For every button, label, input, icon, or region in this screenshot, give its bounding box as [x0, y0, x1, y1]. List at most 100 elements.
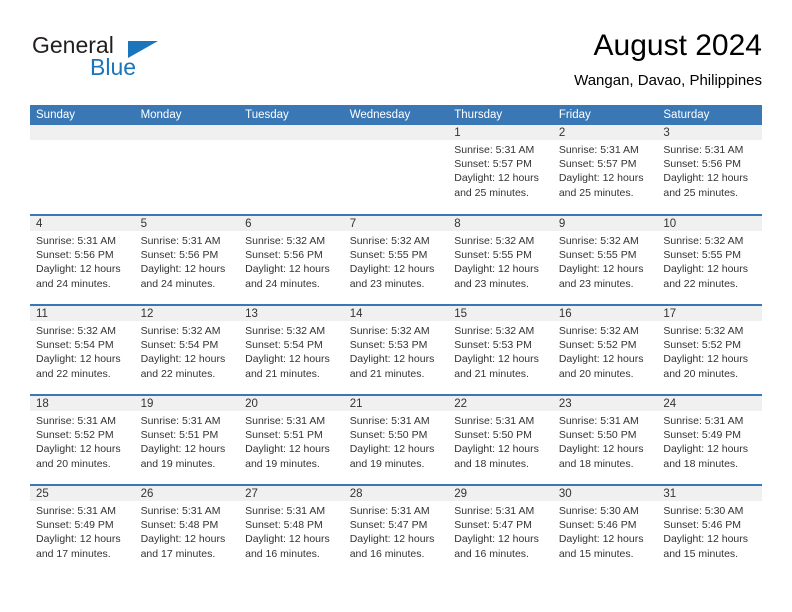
day-details: Sunrise: 5:31 AM Sunset: 5:47 PM Daylight:… — [344, 501, 449, 561]
daylight-text-line1: Daylight: 12 hours — [245, 533, 330, 546]
calendar-day-cell[interactable]: 25 Sunrise: 5:31 AM Sunset: 5:49 PM Dayligh… — [30, 484, 135, 575]
daylight-text-line2: and 18 minutes. — [663, 457, 739, 470]
calendar-day-cell[interactable]: 3 Sunrise: 5:31 AM Sunset: 5:56 PM Daylight… — [657, 125, 762, 215]
sunrise-text: Sunrise: 5:31 AM — [454, 505, 535, 517]
daylight-text-line2: and 22 minutes. — [663, 277, 739, 290]
daylight-text-line2: and 17 minutes. — [36, 547, 111, 560]
day-cell-inner: 12 Sunrise: 5:32 AM Sunset: 5:54 PM Dayligh… — [134, 306, 240, 394]
daylight-text-line2: and 18 minutes. — [558, 457, 634, 470]
day-number: 11 — [30, 306, 135, 321]
sunrise-text: Sunrise: 5:31 AM — [454, 415, 535, 427]
calendar-day-cell[interactable]: 13 Sunrise: 5:32 AM Sunset: 5:54 PM Dayligh… — [239, 304, 344, 395]
day-number: 17 — [657, 306, 762, 321]
calendar-day-cell[interactable]: 1 Sunrise: 5:31 AM Sunset: 5:57 PM Daylight… — [448, 125, 553, 215]
calendar-day-cell[interactable]: 26 Sunrise: 5:31 AM Sunset: 5:48 PM Dayligh… — [134, 484, 240, 575]
calendar-day-cell[interactable]: 28 Sunrise: 5:31 AM Sunset: 5:47 PM Dayligh… — [343, 484, 449, 575]
calendar-day-cell[interactable]: 19 Sunrise: 5:31 AM Sunset: 5:51 PM Dayligh… — [134, 394, 240, 485]
calendar-day-cell[interactable]: 18 Sunrise: 5:31 AM Sunset: 5:52 PM Dayligh… — [30, 394, 135, 485]
calendar-day-cell[interactable]: 10 Sunrise: 5:32 AM Sunset: 5:55 PM Dayligh… — [657, 214, 762, 305]
title-block: August 2024 Wangan, Davao, Philippines — [574, 28, 762, 91]
sunrise-text: Sunrise: 5:32 AM — [140, 325, 221, 337]
day-number: 23 — [552, 396, 658, 411]
daylight-text-line1: Daylight: 12 hours — [140, 533, 226, 546]
daylight-text-line2: and 20 minutes. — [663, 367, 739, 380]
calendar-day-cell[interactable]: 16 Sunrise: 5:32 AM Sunset: 5:52 PM Dayligh… — [552, 304, 658, 395]
day-number: 21 — [343, 396, 449, 411]
day-details: Sunrise: 5:31 AM Sunset: 5:50 PM Daylight:… — [344, 411, 449, 471]
sunrise-text: Sunrise: 5:32 AM — [349, 235, 430, 247]
day-details: Sunrise: 5:31 AM Sunset: 5:47 PM Daylight:… — [448, 501, 553, 561]
calendar-day-cell[interactable]: 24 Sunrise: 5:31 AM Sunset: 5:49 PM Dayligh… — [657, 394, 762, 485]
day-details: Sunrise: 5:32 AM Sunset: 5:52 PM Daylight:… — [657, 321, 762, 381]
day-cell-inner: 31 Sunrise: 5:30 AM Sunset: 5:46 PM Dayligh… — [657, 486, 762, 574]
calendar-day-cell[interactable]: 30 Sunrise: 5:30 AM Sunset: 5:46 PM Dayligh… — [552, 484, 658, 575]
calendar-week-row: 18 Sunrise: 5:31 AM Sunset: 5:52 PM Dayligh… — [30, 394, 762, 485]
calendar-day-cell[interactable]: 14 Sunrise: 5:32 AM Sunset: 5:53 PM Dayligh… — [343, 304, 449, 395]
sunrise-text: Sunrise: 5:32 AM — [663, 235, 744, 247]
weekday-header-thursday: Thursday — [448, 105, 553, 125]
daylight-text-line2: and 16 minutes. — [454, 547, 529, 560]
daylight-text-line1: Daylight: 12 hours — [36, 533, 121, 546]
calendar-day-cell[interactable]: 20 Sunrise: 5:31 AM Sunset: 5:51 PM Dayligh… — [239, 394, 344, 485]
sunset-text: Sunset: 5:53 PM — [349, 339, 428, 352]
daylight-text-line1: Daylight: 12 hours — [454, 353, 539, 366]
brand-logo[interactable]: General Blue — [30, 32, 260, 88]
calendar-day-cell[interactable]: 8 Sunrise: 5:32 AM Sunset: 5:55 PM Daylight… — [448, 214, 553, 305]
weekday-header-row: Sunday Monday Tuesday Wednesday Thursday… — [30, 105, 762, 125]
calendar-day-cell[interactable]: 17 Sunrise: 5:32 AM Sunset: 5:52 PM Dayligh… — [657, 304, 762, 395]
sunrise-text: Sunrise: 5:30 AM — [558, 505, 639, 517]
daylight-text-line2: and 25 minutes. — [663, 186, 739, 199]
day-cell-inner — [30, 125, 135, 213]
calendar-day-cell[interactable]: 7 Sunrise: 5:32 AM Sunset: 5:55 PM Daylight… — [343, 214, 449, 305]
day-cell-inner: 13 Sunrise: 5:32 AM Sunset: 5:54 PM Dayligh… — [239, 306, 344, 394]
sunset-text: Sunset: 5:50 PM — [349, 429, 428, 442]
daylight-text-line1: Daylight: 12 hours — [663, 353, 749, 366]
calendar-day-cell[interactable]: 4 Sunrise: 5:31 AM Sunset: 5:56 PM Daylight… — [30, 214, 135, 305]
sunrise-text: Sunrise: 5:32 AM — [245, 235, 326, 247]
day-number: 13 — [239, 306, 344, 321]
brand-name-blue: Blue — [90, 54, 137, 80]
sunrise-text: Sunrise: 5:31 AM — [349, 505, 430, 517]
calendar-day-cell[interactable]: 29 Sunrise: 5:31 AM Sunset: 5:47 PM Dayligh… — [448, 484, 553, 575]
day-details: Sunrise: 5:31 AM Sunset: 5:50 PM Daylight:… — [553, 411, 658, 471]
sunrise-text: Sunrise: 5:31 AM — [349, 415, 430, 427]
day-number: 22 — [448, 396, 553, 411]
calendar-day-cell[interactable]: 23 Sunrise: 5:31 AM Sunset: 5:50 PM Dayligh… — [552, 394, 658, 485]
sunset-text: Sunset: 5:53 PM — [454, 339, 532, 352]
calendar-day-cell[interactable]: 31 Sunrise: 5:30 AM Sunset: 5:46 PM Dayligh… — [657, 484, 762, 575]
calendar-day-cell[interactable]: 6 Sunrise: 5:32 AM Sunset: 5:56 PM Daylight… — [239, 214, 344, 305]
sunrise-text: Sunrise: 5:31 AM — [245, 415, 326, 427]
calendar-day-cell[interactable]: 9 Sunrise: 5:32 AM Sunset: 5:55 PM Daylight… — [552, 214, 658, 305]
daylight-text-line1: Daylight: 12 hours — [36, 263, 121, 276]
daylight-text-line2: and 21 minutes. — [454, 367, 529, 380]
daylight-text-line2: and 23 minutes. — [454, 277, 529, 290]
calendar-day-cell[interactable]: 21 Sunrise: 5:31 AM Sunset: 5:50 PM Dayligh… — [343, 394, 449, 485]
sunset-text: Sunset: 5:56 PM — [245, 249, 323, 262]
calendar-day-cell[interactable]: 27 Sunrise: 5:31 AM Sunset: 5:48 PM Dayligh… — [239, 484, 344, 575]
day-details: Sunrise: 5:31 AM Sunset: 5:57 PM Daylight:… — [553, 140, 658, 200]
day-number: 26 — [134, 486, 240, 501]
calendar-week-row: 25 Sunrise: 5:31 AM Sunset: 5:49 PM Dayligh… — [30, 484, 762, 575]
daylight-text-line1: Daylight: 12 hours — [663, 443, 749, 456]
calendar-day-cell[interactable]: 2 Sunrise: 5:31 AM Sunset: 5:57 PM Daylight… — [552, 125, 658, 215]
calendar-day-cell[interactable]: 15 Sunrise: 5:32 AM Sunset: 5:53 PM Dayligh… — [448, 304, 553, 395]
calendar-day-cell[interactable]: 22 Sunrise: 5:31 AM Sunset: 5:50 PM Dayligh… — [448, 394, 553, 485]
calendar-day-cell[interactable]: 5 Sunrise: 5:31 AM Sunset: 5:56 PM Daylight… — [134, 214, 240, 305]
day-cell-inner: 26 Sunrise: 5:31 AM Sunset: 5:48 PM Dayligh… — [134, 486, 240, 574]
sunset-text: Sunset: 5:55 PM — [349, 249, 428, 262]
day-cell-inner: 10 Sunrise: 5:32 AM Sunset: 5:55 PM Dayligh… — [657, 216, 762, 304]
day-details: Sunrise: 5:32 AM Sunset: 5:54 PM Daylight:… — [30, 321, 135, 381]
daylight-text-line1: Daylight: 12 hours — [454, 172, 539, 185]
day-number: 9 — [552, 216, 658, 231]
day-cell-inner: 19 Sunrise: 5:31 AM Sunset: 5:51 PM Dayligh… — [134, 396, 240, 484]
daylight-text-line1: Daylight: 12 hours — [558, 533, 644, 546]
daylight-text-line2: and 16 minutes. — [245, 547, 320, 560]
day-cell-inner: 28 Sunrise: 5:31 AM Sunset: 5:47 PM Dayligh… — [343, 486, 449, 574]
calendar-body: 1 Sunrise: 5:31 AM Sunset: 5:57 PM Daylight… — [30, 125, 762, 575]
calendar-day-cell-empty — [239, 125, 344, 215]
calendar-day-cell[interactable]: 12 Sunrise: 5:32 AM Sunset: 5:54 PM Dayligh… — [134, 304, 240, 395]
daylight-text-line2: and 19 minutes. — [140, 457, 216, 470]
day-details: Sunrise: 5:31 AM Sunset: 5:56 PM Daylight:… — [135, 231, 240, 291]
day-cell-inner: 29 Sunrise: 5:31 AM Sunset: 5:47 PM Dayligh… — [448, 486, 553, 574]
calendar-day-cell[interactable]: 11 Sunrise: 5:32 AM Sunset: 5:54 PM Dayligh… — [30, 304, 135, 395]
